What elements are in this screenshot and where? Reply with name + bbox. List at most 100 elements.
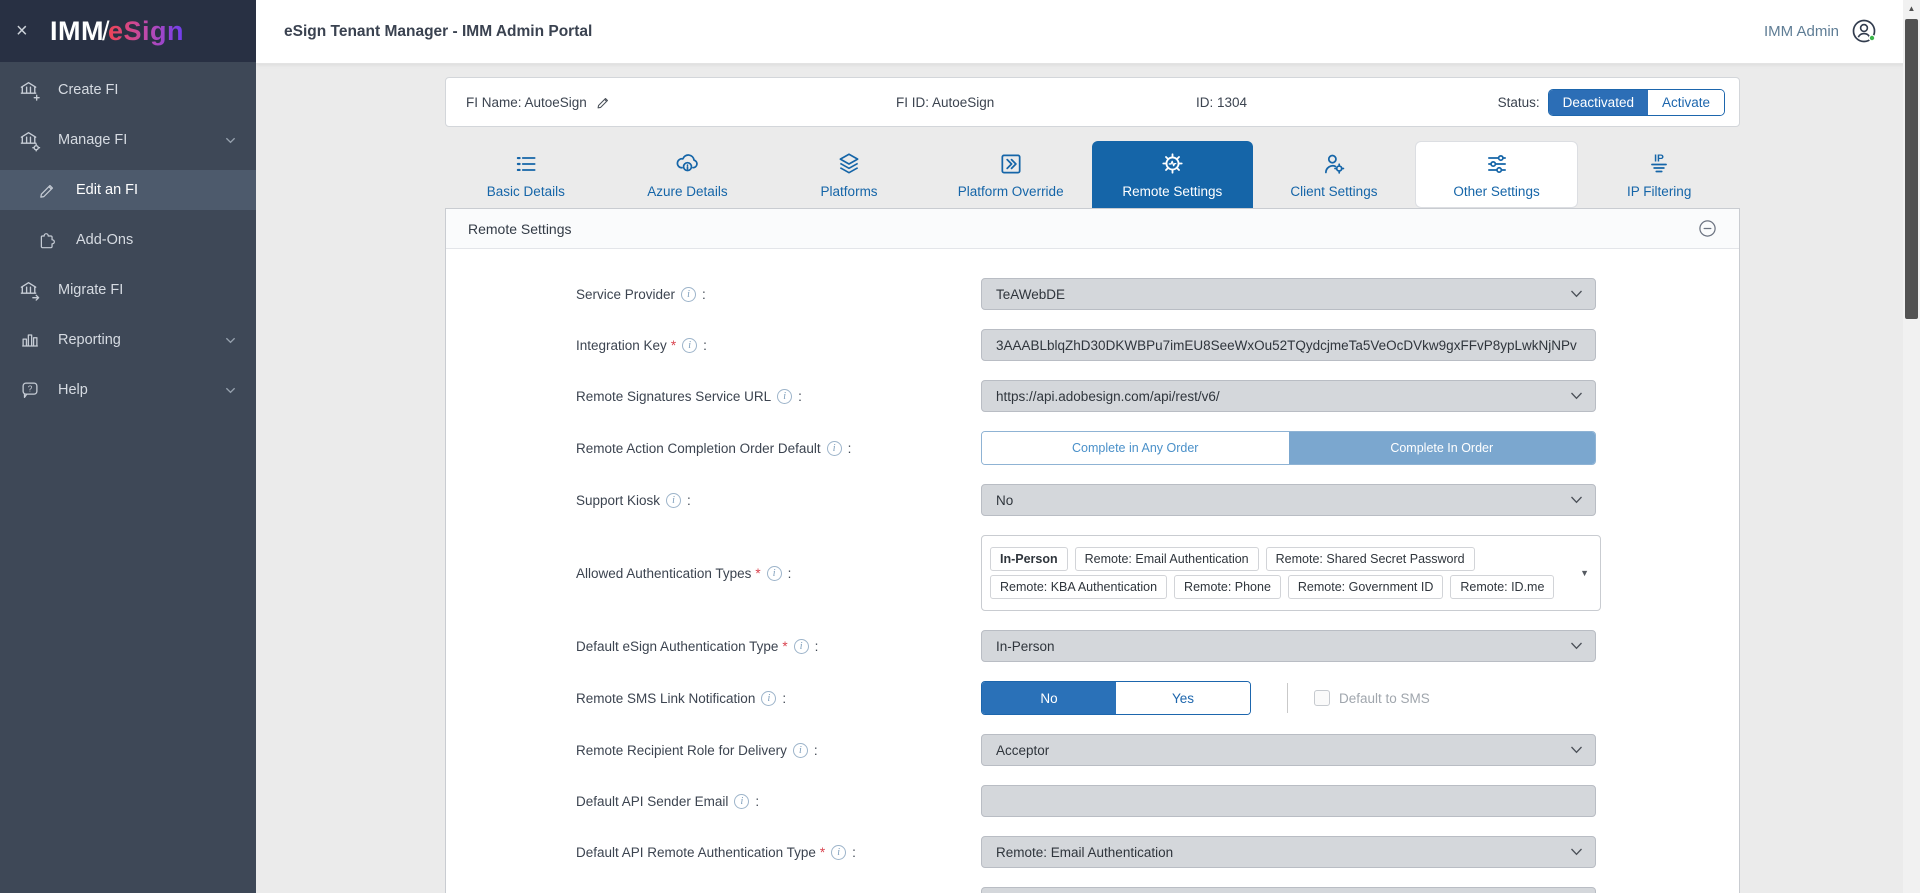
sidebar-item-help[interactable]: ? Help xyxy=(0,370,256,410)
field-label: Default API Sender Email xyxy=(576,793,729,809)
info-icon[interactable]: i xyxy=(766,565,782,581)
dropdown-caret-icon: ▼ xyxy=(1580,568,1589,578)
tab-label: Azure Details xyxy=(647,184,728,199)
required-mark: * xyxy=(755,565,761,581)
info-icon[interactable]: i xyxy=(761,690,777,706)
chevron-down-icon xyxy=(1570,746,1583,755)
bank-gear-icon xyxy=(18,129,41,152)
default-api-sender-email-input[interactable] xyxy=(981,785,1596,817)
field-label: Integration Key xyxy=(576,337,667,353)
top-bar: eSign Tenant Manager - IMM Admin Portal … xyxy=(256,0,1920,64)
form-row-integration-key: Integration Key * i : 3AAABLblqZhD30DKWB… xyxy=(576,329,1739,361)
remote-signatures-service-url-select[interactable]: https://api.adobesign.com/api/rest/v6/ xyxy=(981,380,1596,412)
info-icon[interactable]: i xyxy=(831,844,847,860)
form-row-remote-sms-link-notification: Remote SMS Link Notification i : No Yes … xyxy=(576,681,1739,715)
support-kiosk-select[interactable]: No xyxy=(981,484,1596,516)
complete-in-order-option[interactable]: Complete In Order xyxy=(1288,432,1595,464)
info-icon[interactable]: i xyxy=(681,286,697,302)
field-label: Allowed Authentication Types xyxy=(576,565,752,581)
integration-key-input[interactable]: 3AAABLblqZhD30DKWBPu7imEU8SeeWxOu52TQydc… xyxy=(981,329,1596,361)
default-api-remote-auth-type-select[interactable]: Remote: Email Authentication xyxy=(981,836,1596,868)
checkbox-label: Default to SMS xyxy=(1339,690,1430,706)
info-icon[interactable]: i xyxy=(682,337,698,353)
tab-ip-filtering[interactable]: IP IP Filtering xyxy=(1578,141,1740,208)
sidebar-item-create-fi[interactable]: Create FI xyxy=(0,70,256,110)
form-row-remote-signatures-download-url: Remote Signatures Service Download URL i… xyxy=(576,887,1739,893)
person-gear-icon xyxy=(1321,150,1347,177)
field-label: Default API Remote Authentication Type xyxy=(576,844,816,860)
svg-text:?: ? xyxy=(27,385,32,394)
info-icon[interactable]: i xyxy=(793,638,809,654)
tab-client-settings[interactable]: Client Settings xyxy=(1253,141,1415,208)
auth-type-chip[interactable]: Remote: Government ID xyxy=(1287,575,1444,599)
default-esign-auth-type-select[interactable]: In-Person xyxy=(981,630,1596,662)
remote-recipient-role-select[interactable]: Acceptor xyxy=(981,734,1596,766)
sidebar: × IMM/eSign Create FI Manage FI Edit an … xyxy=(0,0,256,893)
tab-platform-override[interactable]: Platform Override xyxy=(930,141,1092,208)
auth-type-chip[interactable]: Remote: ID.me xyxy=(1450,575,1555,599)
required-mark: * xyxy=(670,337,677,353)
scrollbar-thumb[interactable] xyxy=(1905,19,1918,319)
sms-no-option[interactable]: No xyxy=(982,682,1116,714)
layers-icon xyxy=(836,150,862,177)
sidebar-item-migrate-fi[interactable]: Migrate FI xyxy=(0,270,256,310)
sidebar-item-label: Add-Ons xyxy=(76,232,134,248)
svg-text:IP: IP xyxy=(1654,153,1664,164)
chevron-down-icon xyxy=(223,383,238,398)
tab-platforms[interactable]: Platforms xyxy=(768,141,930,208)
tab-basic-details[interactable]: Basic Details xyxy=(445,141,607,208)
avatar[interactable] xyxy=(1849,16,1880,47)
edit-fi-name-icon[interactable] xyxy=(595,94,612,111)
tab-azure-details[interactable]: Azure Details xyxy=(607,141,769,208)
allowed-auth-types-multiselect[interactable]: In-Person Remote: Email Authentication R… xyxy=(981,535,1601,611)
chevron-down-icon xyxy=(223,333,238,348)
info-icon[interactable]: i xyxy=(666,492,682,508)
form-row-completion-order-default: Remote Action Completion Order Default i… xyxy=(576,431,1739,465)
auth-type-chip[interactable]: In-Person xyxy=(990,547,1068,571)
form-row-remote-recipient-role: Remote Recipient Role for Delivery i : A… xyxy=(576,734,1739,766)
activate-button[interactable]: Activate xyxy=(1647,89,1724,115)
service-provider-select[interactable]: TeAWebDE xyxy=(981,278,1596,310)
sidebar-item-label: Reporting xyxy=(58,332,121,348)
tab-label: IP Filtering xyxy=(1627,184,1692,199)
remote-settings-panel: Remote Settings Service Provider i : TeA… xyxy=(445,208,1740,893)
fi-numeric-id-label: ID: 1304 xyxy=(1196,94,1248,110)
imm-esign-logo: IMM/eSign xyxy=(50,15,185,46)
tab-label: Platform Override xyxy=(957,184,1064,199)
info-icon[interactable]: i xyxy=(777,388,793,404)
sidebar-item-add-ons[interactable]: Add-Ons xyxy=(0,220,256,260)
collapse-panel-icon[interactable] xyxy=(1698,219,1717,238)
complete-any-order-option[interactable]: Complete in Any Order xyxy=(982,432,1289,464)
form-row-default-api-sender-email: Default API Sender Email i : xyxy=(576,785,1739,817)
info-icon[interactable]: i xyxy=(734,793,750,809)
scroll-up-arrow-icon[interactable]: ▲ xyxy=(1903,0,1920,17)
sidebar-item-label: Create FI xyxy=(58,82,119,98)
chevron-down-icon xyxy=(1570,642,1583,651)
remote-signatures-download-url-input[interactable]: https://api.adobesign.com/api/rest/v6/ xyxy=(981,887,1596,893)
info-icon[interactable]: i xyxy=(792,742,808,758)
sidebar-close-icon[interactable]: × xyxy=(16,20,42,43)
tab-label: Client Settings xyxy=(1290,184,1378,199)
deactivated-button[interactable]: Deactivated xyxy=(1548,89,1648,115)
tab-other-settings[interactable]: Other Settings xyxy=(1414,141,1579,208)
sidebar-item-edit-an-fi[interactable]: Edit an FI xyxy=(0,170,256,210)
field-label: Remote SMS Link Notification xyxy=(576,690,756,706)
sidebar-item-reporting[interactable]: Reporting xyxy=(0,320,256,360)
tab-remote-settings[interactable]: Remote Settings xyxy=(1091,141,1254,208)
user-menu[interactable]: IMM Admin xyxy=(1764,16,1880,47)
chevron-down-icon xyxy=(1570,848,1583,857)
sidebar-item-manage-fi[interactable]: Manage FI xyxy=(0,120,256,160)
vertical-divider xyxy=(1287,683,1288,713)
auth-type-chip[interactable]: Remote: Email Authentication xyxy=(1074,547,1259,571)
auth-type-chip[interactable]: Remote: Shared Secret Password xyxy=(1265,547,1475,571)
auth-type-chip[interactable]: Remote: Phone xyxy=(1174,575,1281,599)
info-icon[interactable]: i xyxy=(826,440,842,456)
sidebar-item-label: Edit an FI xyxy=(76,182,139,198)
ip-icon: IP xyxy=(1646,150,1672,177)
form-row-remote-signatures-service-url: Remote Signatures Service URL i : https:… xyxy=(576,380,1739,412)
chevron-down-icon xyxy=(1570,392,1583,401)
auth-type-chip[interactable]: Remote: KBA Authentication xyxy=(990,575,1168,599)
vertical-scrollbar[interactable]: ▲ xyxy=(1903,0,1920,893)
sms-yes-option[interactable]: Yes xyxy=(1116,682,1250,714)
default-to-sms-checkbox[interactable] xyxy=(1314,690,1330,706)
